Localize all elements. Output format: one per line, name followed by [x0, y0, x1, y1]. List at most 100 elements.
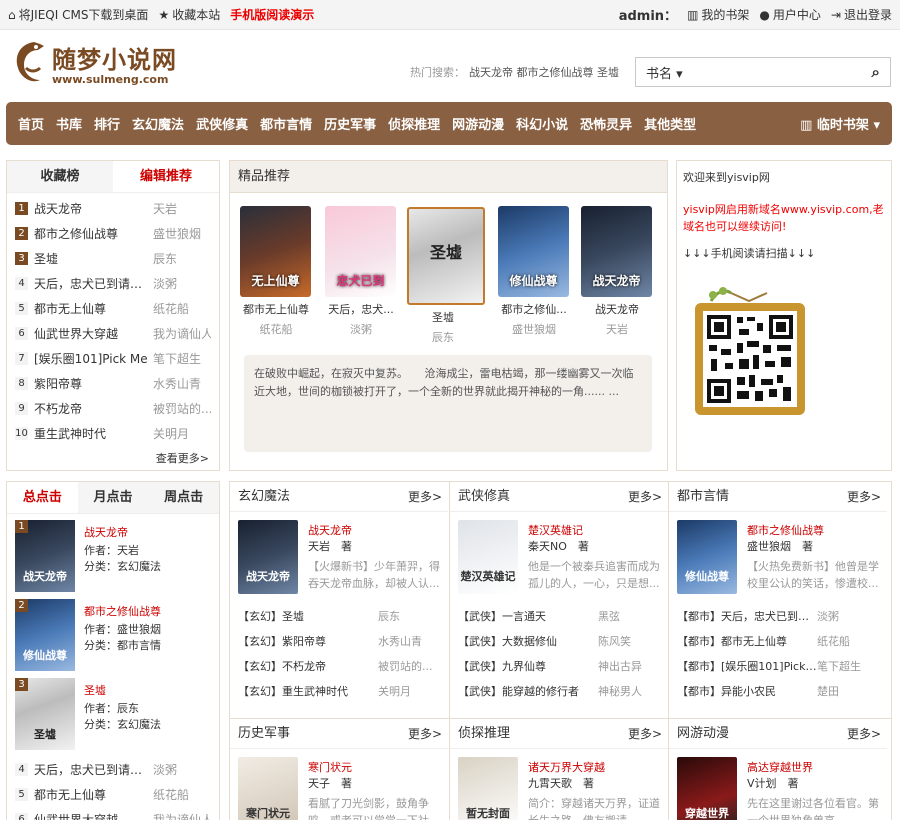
- category-name[interactable]: 都市言情: [677, 489, 729, 504]
- rank-book-title[interactable]: 都市之修仙战尊: [34, 225, 153, 242]
- search-type-select[interactable]: 书名 ▾: [636, 63, 684, 82]
- category-name[interactable]: 侦探推理: [458, 726, 510, 741]
- bookmark-link[interactable]: ★ 收藏本站: [158, 6, 220, 23]
- list-book-title[interactable]: 【武侠】九界仙尊: [458, 658, 598, 683]
- category-more-link[interactable]: 更多>: [408, 719, 442, 749]
- list-item[interactable]: 【都市】都市无上仙尊 纸花船: [677, 633, 882, 658]
- rank-book-title[interactable]: 都市无上仙尊: [34, 300, 153, 317]
- list-item[interactable]: 【玄幻】圣墟 辰东: [238, 608, 443, 633]
- list-book-title[interactable]: 【武侠】能穿越的修行者: [458, 683, 598, 708]
- search-input[interactable]: [684, 59, 862, 85]
- category-more-link[interactable]: 更多>: [628, 482, 662, 512]
- nav-item-3[interactable]: 玄幻魔法: [126, 114, 190, 133]
- rank-book-title[interactable]: 不朽龙帝: [34, 400, 153, 417]
- list-book-title[interactable]: 【玄幻】重生武神时代: [238, 683, 378, 708]
- category-featured[interactable]: 暂无封面 诸天万界大穿越九霄天歌 著简介：穿越诸天万界，证道长生之路，佛友搬请..…: [458, 757, 663, 820]
- rank-book-title[interactable]: 都市无上仙尊: [34, 786, 153, 803]
- rank-item[interactable]: 6 仙武世界大穿越 我为谪仙人: [7, 807, 219, 820]
- rank-book-title[interactable]: 仙武世界大穿越: [34, 811, 153, 820]
- list-item[interactable]: 【玄幻】不朽龙帝 被罚站的...: [238, 658, 443, 683]
- rank-book-title[interactable]: [娱乐圈101]Pick Me: [34, 350, 153, 367]
- tab-favorites[interactable]: 收藏榜: [7, 161, 113, 192]
- category-featured[interactable]: 穿越世界 高达穿越世界 V计划 著先在这里谢过各位看官。第一个世界独角兽高...: [677, 757, 882, 820]
- rank-book-title[interactable]: 紫阳帝尊: [34, 375, 153, 392]
- rank-item[interactable]: 7 [娱乐圈101]Pick Me 笔下超生: [7, 346, 219, 371]
- category-name[interactable]: 玄幻魔法: [238, 489, 290, 504]
- rank-item[interactable]: 10 重生武神时代 关明月: [7, 421, 219, 446]
- book-cover[interactable]: 寒门状元: [238, 757, 298, 820]
- featured-cover[interactable]: 圣墟: [407, 207, 485, 305]
- rank-item[interactable]: 8 紫阳帝尊 水秀山青: [7, 371, 219, 396]
- top-click-item[interactable]: 2 修仙战尊 都市之修仙战尊 作者：盛世狼烟 分类：都市言情: [7, 599, 219, 678]
- rank-item[interactable]: 1 战天龙帝 天岩: [7, 196, 219, 221]
- list-item[interactable]: 【都市】[娱乐圈101]Pick ... 笔下超生: [677, 658, 882, 683]
- rank-item[interactable]: 5 都市无上仙尊 纸花船: [7, 782, 219, 807]
- category-name[interactable]: 网游动漫: [677, 726, 729, 741]
- rank-item[interactable]: 9 不朽龙帝 被罚站的...: [7, 396, 219, 421]
- category-more-link[interactable]: 更多>: [847, 482, 881, 512]
- nav-item-1[interactable]: 书库: [50, 114, 88, 133]
- tab-week-clicks[interactable]: 周点击: [148, 482, 219, 513]
- featured-cover[interactable]: 战天龙帝: [581, 206, 652, 297]
- logout-link[interactable]: ⇥ 退出登录: [831, 6, 892, 23]
- featured-book-title[interactable]: 天后，忠犬...: [321, 301, 401, 317]
- rank-book-title[interactable]: 仙武世界大穿越: [34, 325, 153, 342]
- category-featured[interactable]: 楚汉英雄记 楚汉英雄记 秦天NO 著他是一个被秦兵追害而成为孤儿的人，一心，只是想.…: [458, 520, 663, 594]
- category-name[interactable]: 武侠修真: [458, 489, 510, 504]
- list-item[interactable]: 【武侠】大数据修仙 陈风笑: [458, 633, 663, 658]
- book-title[interactable]: 楚汉英雄记: [528, 522, 583, 538]
- category-featured[interactable]: 战天龙帝 战天龙帝 天岩 著【火爆新书】少年萧羿，得吞天龙帝血脉，却被人认...: [238, 520, 443, 594]
- nav-item-2[interactable]: 排行: [88, 114, 126, 133]
- book-title[interactable]: 战天龙帝: [84, 524, 128, 540]
- list-book-title[interactable]: 【都市】异能小农民: [677, 683, 817, 708]
- rank-item[interactable]: 2 都市之修仙战尊 盛世狼烟: [7, 221, 219, 246]
- category-featured[interactable]: 修仙战尊 都市之修仙战尊 盛世狼烟 著【火热免费新书】他曾是学校里公认的笑话，惨遭校…: [677, 520, 882, 594]
- nav-item-6[interactable]: 历史军事: [318, 114, 382, 133]
- rank-item[interactable]: 5 都市无上仙尊 纸花船: [7, 296, 219, 321]
- book-title[interactable]: 诸天万界大穿越: [528, 759, 605, 775]
- book-title[interactable]: 高达穿越世界: [747, 759, 813, 775]
- my-shelf-link[interactable]: ▥ 我的书架: [687, 6, 749, 23]
- featured-book-title[interactable]: 战天龙帝: [577, 301, 657, 317]
- top-click-item[interactable]: 1 战天龙帝 战天龙帝 作者：天岩 分类：玄幻魔法: [7, 520, 219, 599]
- tab-editor-picks[interactable]: 编辑推荐: [113, 161, 219, 192]
- book-title[interactable]: 都市之修仙战尊: [84, 603, 161, 619]
- featured-book-title[interactable]: 都市无上仙尊: [236, 301, 316, 317]
- book-title[interactable]: 圣墟: [84, 682, 106, 698]
- rank-item[interactable]: 4 天后，忠犬已到请签收 淡粥: [7, 757, 219, 782]
- nav-item-4[interactable]: 武侠修真: [190, 114, 254, 133]
- rank-book-title[interactable]: 重生武神时代: [34, 425, 153, 442]
- category-featured[interactable]: 寒门状元寒门状元天子 著看腻了刀光剑影，鼓角争鸣，或者可以尝尝一下社会...: [238, 757, 443, 820]
- featured-cover[interactable]: 忠犬已到: [325, 206, 396, 297]
- nav-item-8[interactable]: 网游动漫: [446, 114, 510, 133]
- tab-month-clicks[interactable]: 月点击: [78, 482, 149, 513]
- list-book-title[interactable]: 【玄幻】圣墟: [238, 608, 378, 633]
- nav-item-7[interactable]: 侦探推理: [382, 114, 446, 133]
- book-title[interactable]: 都市之修仙战尊: [747, 522, 824, 538]
- user-center-link[interactable]: ● 用户中心: [759, 6, 821, 23]
- book-cover[interactable]: 暂无封面: [458, 757, 518, 820]
- rank-item[interactable]: 3 圣墟 辰东: [7, 246, 219, 271]
- list-book-title[interactable]: 【玄幻】不朽龙帝: [238, 658, 378, 683]
- search-icon[interactable]: ⌕: [861, 63, 890, 81]
- rank-item[interactable]: 6 仙武世界大穿越 我为谪仙人: [7, 321, 219, 346]
- nav-item-5[interactable]: 都市言情: [254, 114, 318, 133]
- list-book-title[interactable]: 【都市】[娱乐圈101]Pick ...: [677, 658, 817, 683]
- list-book-title[interactable]: 【都市】都市无上仙尊: [677, 633, 817, 658]
- category-name[interactable]: 历史军事: [238, 726, 290, 741]
- book-cover[interactable]: 战天龙帝: [238, 520, 298, 594]
- book-cover[interactable]: 穿越世界: [677, 757, 737, 820]
- site-logo[interactable]: 随梦小说网 www.sulmeng.com: [10, 38, 177, 88]
- list-item[interactable]: 【武侠】一言通天 黑弦: [458, 608, 663, 633]
- book-title[interactable]: 寒门状元: [308, 759, 352, 775]
- nav-item-10[interactable]: 恐怖灵异: [574, 114, 638, 133]
- list-item[interactable]: 【玄幻】重生武神时代 关明月: [238, 683, 443, 708]
- list-book-title[interactable]: 【武侠】大数据修仙: [458, 633, 598, 658]
- rank-book-title[interactable]: 天后，忠犬已到请签收: [34, 761, 153, 778]
- rank-book-title[interactable]: 战天龙帝: [34, 200, 153, 217]
- view-more-link[interactable]: 查看更多>: [156, 450, 209, 466]
- book-cover[interactable]: 楚汉英雄记: [458, 520, 518, 594]
- list-book-title[interactable]: 【武侠】一言通天: [458, 608, 598, 633]
- featured-cover[interactable]: 无上仙尊: [240, 206, 311, 297]
- mobile-link[interactable]: 手机版阅读演示: [230, 6, 314, 23]
